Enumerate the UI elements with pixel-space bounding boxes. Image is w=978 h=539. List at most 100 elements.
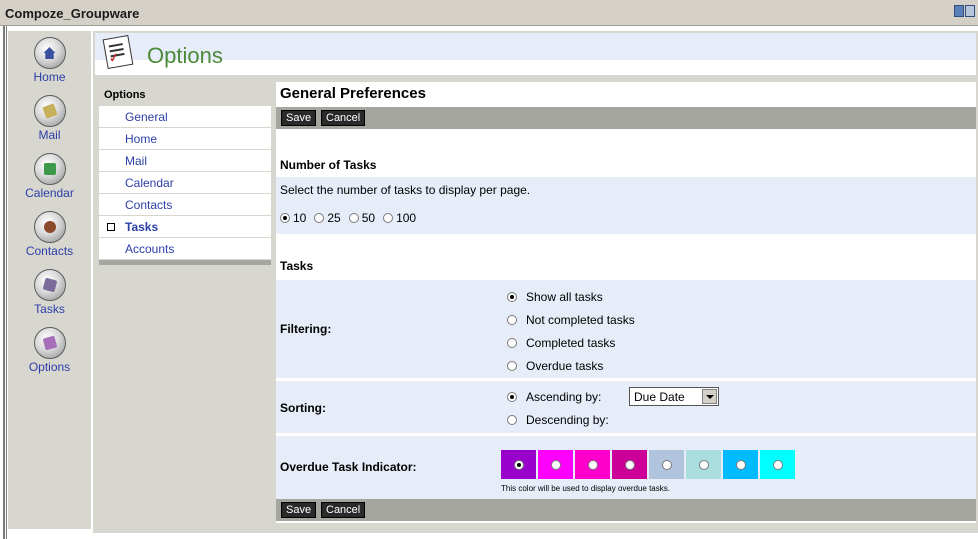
nav-label[interactable]: Contacts — [8, 244, 91, 258]
dropdown-arrow-icon[interactable] — [702, 389, 717, 404]
overdue-color-radio[interactable] — [550, 459, 561, 470]
overdue-color-swatch[interactable] — [612, 450, 647, 479]
nav-label[interactable]: Calendar — [8, 186, 91, 200]
nav-tasks[interactable]: Tasks — [8, 269, 91, 316]
sort-field-select[interactable]: Due Date — [629, 387, 719, 406]
save-button[interactable]: Save — [281, 502, 317, 518]
overdue-color-radio[interactable] — [587, 459, 598, 470]
submenu-item-general[interactable]: General — [99, 106, 271, 128]
options-icon[interactable] — [33, 327, 66, 359]
filter-option-overdue[interactable]: Overdue tasks — [507, 359, 603, 373]
cancel-button[interactable]: Cancel — [321, 110, 366, 126]
restore-window-icon[interactable] — [954, 5, 964, 17]
general-preferences-title: General Preferences — [280, 85, 426, 102]
number-of-tasks-band: Select the number of tasks to display pe… — [276, 177, 976, 234]
overdue-color-swatches — [501, 450, 795, 479]
tasks-per-page-options: 10 25 50 100 — [280, 211, 420, 225]
submenu-item-label[interactable]: Tasks — [125, 220, 158, 234]
nav-mail[interactable]: Mail — [8, 95, 91, 142]
option-label: Not completed tasks — [526, 313, 635, 327]
overdue-color-swatch[interactable] — [760, 450, 795, 479]
nav-label[interactable]: Tasks — [8, 302, 91, 316]
overdue-color-radio[interactable] — [735, 459, 746, 470]
option-label: Descending by: — [526, 413, 609, 427]
options-icon — [102, 34, 134, 70]
overdue-color-swatch[interactable] — [575, 450, 610, 479]
submenu-item-mail[interactable]: Mail — [99, 150, 271, 172]
home-icon[interactable] — [33, 37, 66, 69]
overdue-color-radio[interactable] — [513, 459, 524, 470]
sort-radio[interactable] — [507, 392, 517, 402]
tasks-per-page-option[interactable]: 100 — [383, 211, 416, 225]
calendar-icon[interactable] — [33, 153, 66, 185]
filtering-row: Filtering: Show all tasks Not completed … — [276, 280, 976, 378]
mail-icon[interactable] — [33, 95, 66, 127]
preferences-content: General Preferences Save Cancel Number o… — [276, 82, 976, 523]
option-label: 10 — [293, 211, 307, 225]
tasks-per-page-radio[interactable] — [383, 213, 394, 223]
filter-option-show-all[interactable]: Show all tasks — [507, 290, 603, 304]
submenu-item-accounts[interactable]: Accounts — [99, 238, 271, 260]
filtering-label: Filtering: — [280, 322, 332, 336]
section-title: General Preferences — [276, 82, 976, 107]
overdue-color-swatch[interactable] — [501, 450, 536, 479]
nav-calendar[interactable]: Calendar — [8, 153, 91, 200]
filter-radio[interactable] — [507, 315, 517, 325]
filter-radio[interactable] — [507, 361, 517, 371]
submenu-item-tasks[interactable]: Tasks — [99, 216, 271, 238]
window-titlebar: Compoze_Groupware — [0, 0, 978, 26]
nav-options[interactable]: Options — [8, 327, 91, 374]
tasks-icon[interactable] — [33, 269, 66, 301]
left-navigation: Home Mail Calendar Contacts Tasks Option… — [8, 31, 91, 529]
overdue-color-radio[interactable] — [698, 459, 709, 470]
sorting-row: Sorting: Ascending by: Due Date Descendi… — [276, 381, 976, 433]
frame-edge — [3, 26, 5, 539]
overdue-color-radio[interactable] — [772, 459, 783, 470]
option-label: Overdue tasks — [526, 359, 604, 373]
active-bullet-icon — [107, 223, 115, 231]
filter-radio[interactable] — [507, 338, 517, 348]
filter-option-completed[interactable]: Completed tasks — [507, 336, 615, 350]
submenu-item-contacts[interactable]: Contacts — [99, 194, 271, 216]
frame-edge — [6, 26, 7, 539]
overdue-color-radio[interactable] — [661, 459, 672, 470]
nav-contacts[interactable]: Contacts — [8, 211, 91, 258]
select-value: Due Date — [634, 390, 685, 404]
overdue-color-radio[interactable] — [624, 459, 635, 470]
tasks-per-page-option[interactable]: 10 — [280, 211, 306, 225]
nav-label[interactable]: Options — [8, 360, 91, 374]
sort-radio[interactable] — [507, 415, 517, 425]
overdue-color-note: This color will be used to display overd… — [501, 484, 670, 493]
tasks-per-page-radio[interactable] — [314, 213, 325, 223]
nav-label[interactable]: Mail — [8, 128, 91, 142]
save-button[interactable]: Save — [281, 110, 317, 126]
tasks-per-page-radio[interactable] — [280, 213, 290, 223]
sort-ascending-option[interactable]: Ascending by: — [507, 390, 601, 404]
filter-radio[interactable] — [507, 292, 517, 302]
page-header: Options — [95, 33, 976, 75]
contacts-icon[interactable] — [33, 211, 66, 243]
filter-option-not-completed[interactable]: Not completed tasks — [507, 313, 635, 327]
submenu-item-home[interactable]: Home — [99, 128, 271, 150]
top-toolbar: Save Cancel — [276, 107, 976, 129]
nav-home[interactable]: Home — [8, 37, 91, 84]
number-of-tasks-description: Select the number of tasks to display pe… — [280, 183, 531, 197]
tasks-per-page-option[interactable]: 50 — [348, 211, 375, 225]
overdue-indicator-row: Overdue Task Indicator: This color will … — [276, 436, 976, 499]
cancel-button[interactable]: Cancel — [321, 502, 366, 518]
tasks-per-page-option[interactable]: 25 — [314, 211, 341, 225]
option-label: 100 — [396, 211, 417, 225]
overdue-color-swatch[interactable] — [538, 450, 573, 479]
nav-label[interactable]: Home — [8, 70, 91, 84]
overdue-color-swatch[interactable] — [723, 450, 758, 479]
overdue-color-swatch[interactable] — [686, 450, 721, 479]
bottom-toolbar: Save Cancel — [276, 499, 976, 521]
page-title: Options — [147, 43, 223, 68]
number-of-tasks-heading: Number of Tasks — [280, 158, 377, 172]
sorting-label: Sorting: — [280, 401, 326, 415]
maximize-window-icon[interactable] — [965, 5, 975, 17]
overdue-color-swatch[interactable] — [649, 450, 684, 479]
tasks-per-page-radio[interactable] — [348, 213, 359, 223]
submenu-item-calendar[interactable]: Calendar — [99, 172, 271, 194]
sort-descending-option[interactable]: Descending by: — [507, 413, 609, 427]
